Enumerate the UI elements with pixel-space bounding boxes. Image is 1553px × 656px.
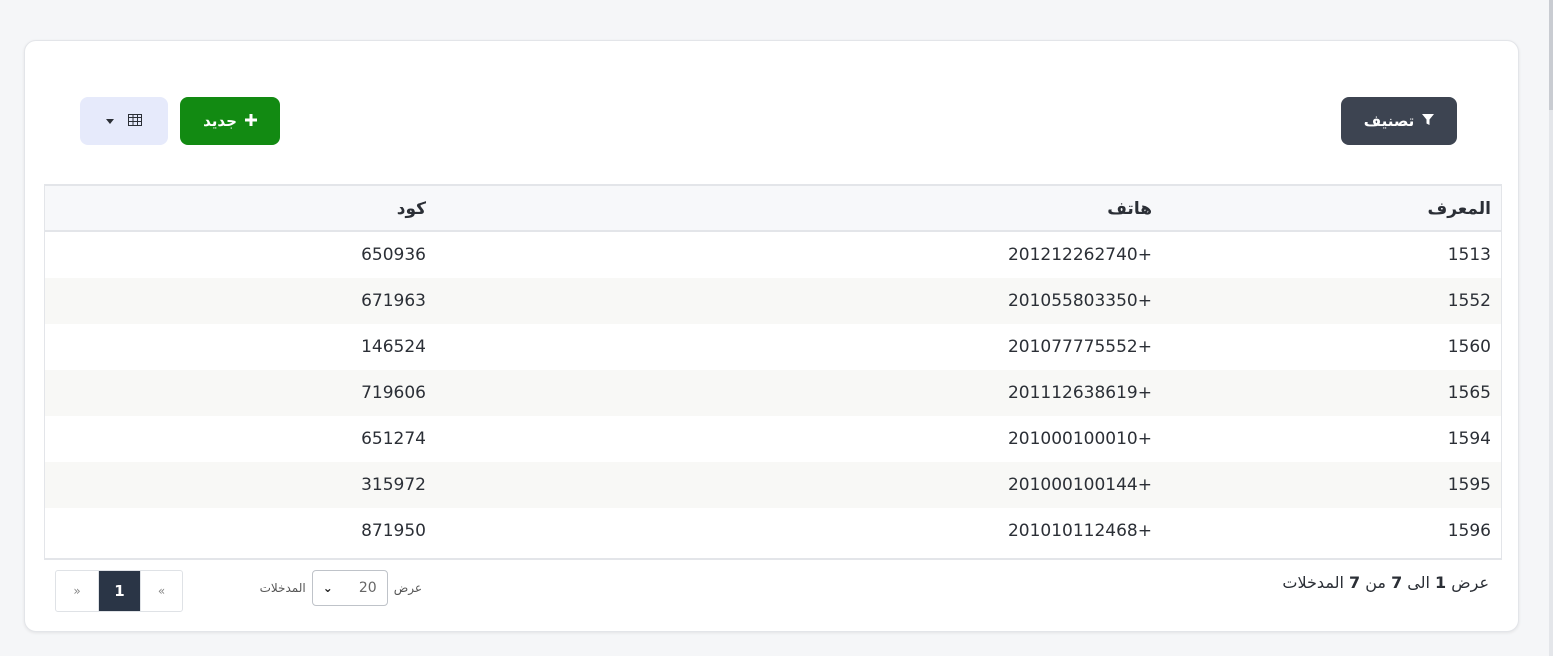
table-row[interactable]: 1513 201212262740+ 650936 xyxy=(45,232,1501,278)
cell-code: 671963 xyxy=(361,291,426,311)
page-length-control: عرض ⌄ 20 المدخلات xyxy=(247,570,422,606)
table-row[interactable]: 1596 201010112468+ 871950 xyxy=(45,508,1501,554)
table-row[interactable]: 1565 201112638619+ 719606 xyxy=(45,370,1501,416)
info-entries: المدخلات xyxy=(1282,573,1344,592)
cell-code: 871950 xyxy=(361,521,426,541)
cell-id: 1595 xyxy=(1447,475,1491,495)
info-start: 1 xyxy=(1435,573,1447,592)
cell-code: 146524 xyxy=(361,337,426,357)
cell-id: 1565 xyxy=(1447,383,1491,403)
table-header-row: المعرف هاتف كود xyxy=(45,186,1501,232)
cell-code: 650936 xyxy=(361,245,426,265)
table-row[interactable]: 1594 201000100010+ 651274 xyxy=(45,416,1501,462)
cell-code: 719606 xyxy=(361,383,426,403)
length-entries-label: المدخلات xyxy=(259,581,306,595)
cell-id: 1552 xyxy=(1447,291,1491,311)
cell-phone: 201000100144+ xyxy=(1007,475,1152,495)
info-to: الى xyxy=(1407,573,1430,592)
pagination-page-1[interactable]: 1 xyxy=(98,571,140,611)
cell-phone: 201212262740+ xyxy=(1007,245,1152,265)
table-card: تصنيف جديد المعرف هاتف كود 1513 20121226… xyxy=(24,40,1519,632)
table-view-dropdown-button[interactable] xyxy=(80,97,168,145)
filter-button[interactable]: تصنيف xyxy=(1341,97,1457,145)
page-length-value: 20 xyxy=(358,580,377,596)
column-header-id[interactable]: المعرف xyxy=(1427,186,1491,232)
length-show-label: عرض xyxy=(393,581,422,595)
filter-icon xyxy=(1422,112,1435,130)
cell-phone: 201010112468+ xyxy=(1007,521,1152,541)
plus-icon xyxy=(244,112,257,130)
column-header-code[interactable]: كود xyxy=(397,186,426,232)
cell-phone: 201077775552+ xyxy=(1007,337,1152,357)
cell-code: 651274 xyxy=(361,429,426,449)
cell-phone: 201055803350+ xyxy=(1007,291,1152,311)
cell-phone: 201000100010+ xyxy=(1007,429,1152,449)
pagination: » 1 « xyxy=(55,570,183,612)
info-of: من xyxy=(1365,573,1386,592)
cell-id: 1513 xyxy=(1447,245,1491,265)
table-icon xyxy=(128,112,142,130)
cell-id: 1594 xyxy=(1447,429,1491,449)
table-info: عرض 1 الى 7 من 7 المدخلات xyxy=(1282,573,1489,592)
pagination-next[interactable]: » xyxy=(56,571,98,611)
data-table: المعرف هاتف كود 1513 201212262740+ 65093… xyxy=(44,184,1502,560)
caret-down-icon xyxy=(106,118,114,124)
page-length-select[interactable]: ⌄ 20 xyxy=(311,570,388,606)
pagination-previous[interactable]: « xyxy=(140,571,182,611)
info-show: عرض xyxy=(1451,573,1489,592)
page-scrollbar-thumb[interactable] xyxy=(1549,0,1553,110)
table-row[interactable]: 1560 201077775552+ 146524 xyxy=(45,324,1501,370)
chevron-down-icon: ⌄ xyxy=(322,581,333,595)
cell-id: 1560 xyxy=(1447,337,1491,357)
filter-button-label: تصنيف xyxy=(1363,112,1415,130)
column-header-phone[interactable]: هاتف xyxy=(1107,186,1152,232)
cell-id: 1596 xyxy=(1447,521,1491,541)
cell-phone: 201112638619+ xyxy=(1007,383,1152,403)
new-button[interactable]: جديد xyxy=(180,97,280,145)
info-total: 7 xyxy=(1348,573,1361,592)
table-row[interactable]: 1595 201000100144+ 315972 xyxy=(45,462,1501,508)
new-button-label: جديد xyxy=(203,112,237,130)
info-end: 7 xyxy=(1391,573,1403,592)
table-row[interactable]: 1552 201055803350+ 671963 xyxy=(45,278,1501,324)
cell-code: 315972 xyxy=(361,475,426,495)
